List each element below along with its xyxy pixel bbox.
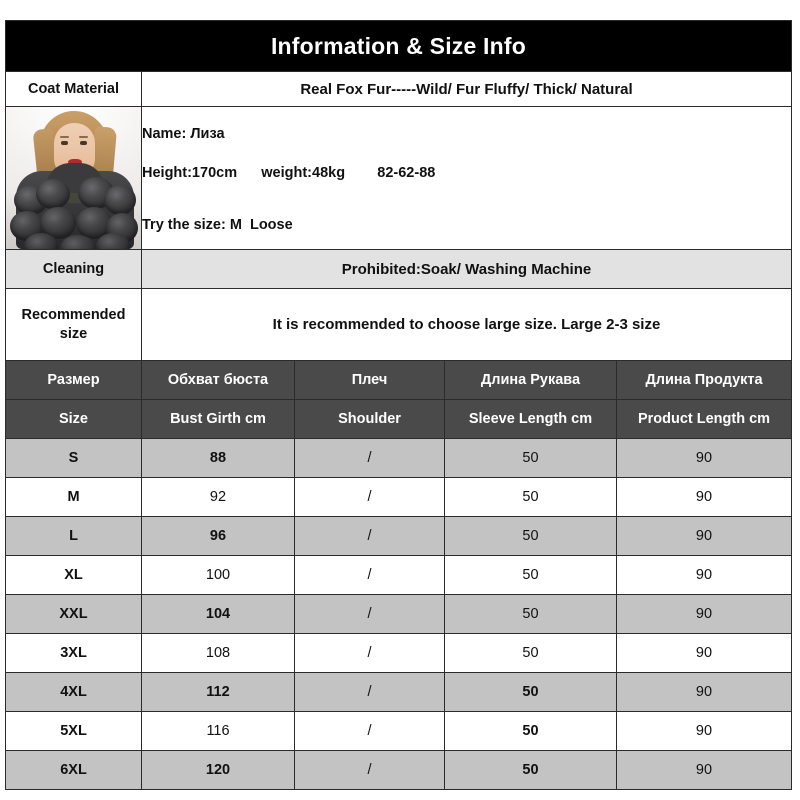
model-photo [6, 107, 141, 249]
cell-length: 90 [616, 594, 792, 634]
cell-sleeve: 50 [444, 711, 617, 751]
cell-length: 90 [616, 672, 792, 712]
table-row: L 96 / 50 90 [5, 516, 792, 556]
cell-sleeve: 50 [444, 594, 617, 634]
cell-size: M [5, 477, 142, 517]
cell-shoulder: / [294, 516, 445, 556]
cell-bust: 88 [141, 438, 295, 478]
cell-size: 5XL [5, 711, 142, 751]
model-info-row: Name: Лиза Height:170cm weight:48kg 82-6… [5, 106, 792, 250]
cell-shoulder: / [294, 633, 445, 673]
cleaning-label: Cleaning [5, 249, 142, 289]
cell-size: XL [5, 555, 142, 595]
header-en-shoulder: Shoulder [294, 399, 445, 439]
table-row: 4XL 112 / 50 90 [5, 672, 792, 712]
cell-size: L [5, 516, 142, 556]
information-table: Information & Size Info Coat Material Re… [5, 20, 792, 361]
size-table-header-ru: Размер Обхват бюста Плеч Длина Рукава Дл… [5, 360, 792, 400]
cell-shoulder: / [294, 750, 445, 790]
header-en-length: Product Length cm [616, 399, 792, 439]
size-measurement-table: Размер Обхват бюста Плеч Длина Рукава Дл… [5, 360, 792, 790]
recommended-size-value: It is recommended to choose large size. … [141, 288, 792, 361]
cell-length: 90 [616, 438, 792, 478]
page-title: Information & Size Info [5, 20, 792, 72]
header-ru-sleeve: Длина Рукава [444, 360, 617, 400]
cell-sleeve: 50 [444, 555, 617, 595]
recommended-size-label: Recommended size [5, 288, 142, 361]
cell-bust: 108 [141, 633, 295, 673]
coat-material-value: Real Fox Fur-----Wild/ Fur Fluffy/ Thick… [141, 71, 792, 107]
model-try-size: Try the size: M Loose [142, 217, 293, 234]
coat-material-label: Coat Material [5, 71, 142, 107]
cell-sleeve: 50 [444, 477, 617, 517]
cell-shoulder: / [294, 672, 445, 712]
cleaning-value: Prohibited:Soak/ Washing Machine [141, 249, 792, 289]
table-row: M 92 / 50 90 [5, 477, 792, 517]
table-row: 6XL 120 / 50 90 [5, 750, 792, 790]
cell-bust: 104 [141, 594, 295, 634]
model-photo-cell [5, 106, 142, 250]
cell-length: 90 [616, 477, 792, 517]
size-table-header-en: Size Bust Girth cm Shoulder Sleeve Lengt… [5, 399, 792, 439]
header-ru-bust: Обхват бюста [141, 360, 295, 400]
header-en-sleeve: Sleeve Length cm [444, 399, 617, 439]
cell-shoulder: / [294, 477, 445, 517]
table-row: 3XL 108 / 50 90 [5, 633, 792, 673]
photo-vignette [6, 107, 141, 249]
cell-sleeve: 50 [444, 672, 617, 712]
table-row: XL 100 / 50 90 [5, 555, 792, 595]
cell-bust: 92 [141, 477, 295, 517]
cell-sleeve: 50 [444, 750, 617, 790]
cell-size: 6XL [5, 750, 142, 790]
header-ru-length: Длина Продукта [616, 360, 792, 400]
cell-shoulder: / [294, 555, 445, 595]
cell-length: 90 [616, 633, 792, 673]
model-name: Name: Лиза [142, 126, 225, 143]
cell-bust: 100 [141, 555, 295, 595]
cleaning-row: Cleaning Prohibited:Soak/ Washing Machin… [5, 249, 792, 289]
cell-size: XXL [5, 594, 142, 634]
table-row: XXL 104 / 50 90 [5, 594, 792, 634]
cell-shoulder: / [294, 594, 445, 634]
model-details-cell: Name: Лиза Height:170cm weight:48kg 82-6… [141, 106, 792, 250]
title-row: Information & Size Info [5, 20, 792, 72]
recommended-size-row: Recommended size It is recommended to ch… [5, 288, 792, 361]
cell-bust: 96 [141, 516, 295, 556]
header-en-size: Size [5, 399, 142, 439]
coat-material-row: Coat Material Real Fox Fur-----Wild/ Fur… [5, 71, 792, 107]
cell-size: S [5, 438, 142, 478]
size-chart-sheet: Information & Size Info Coat Material Re… [5, 20, 792, 790]
cell-size: 3XL [5, 633, 142, 673]
cell-length: 90 [616, 711, 792, 751]
cell-sleeve: 50 [444, 438, 617, 478]
cell-length: 90 [616, 750, 792, 790]
table-row: S 88 / 50 90 [5, 438, 792, 478]
cell-size: 4XL [5, 672, 142, 712]
cell-bust: 112 [141, 672, 295, 712]
cell-bust: 116 [141, 711, 295, 751]
cell-shoulder: / [294, 711, 445, 751]
header-ru-size: Размер [5, 360, 142, 400]
header-en-bust: Bust Girth cm [141, 399, 295, 439]
cell-shoulder: / [294, 438, 445, 478]
cell-sleeve: 50 [444, 633, 617, 673]
cell-bust: 120 [141, 750, 295, 790]
cell-sleeve: 50 [444, 516, 617, 556]
cell-length: 90 [616, 516, 792, 556]
header-ru-shoulder: Плеч [294, 360, 445, 400]
model-measurements: Height:170cm weight:48kg 82-62-88 [142, 164, 436, 181]
cell-length: 90 [616, 555, 792, 595]
table-row: 5XL 116 / 50 90 [5, 711, 792, 751]
